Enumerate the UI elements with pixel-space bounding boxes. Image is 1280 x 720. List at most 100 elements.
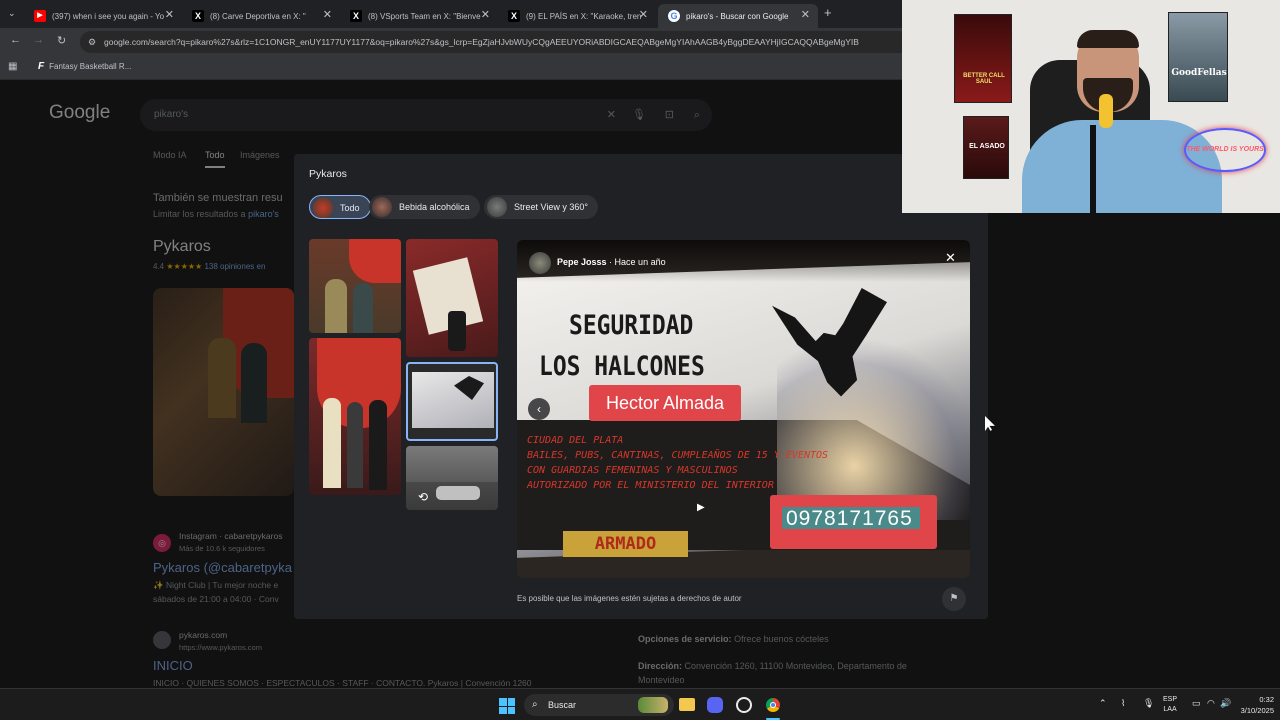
image-armado: ARMADO <box>563 531 688 557</box>
tab-list-icon[interactable]: ⌄ <box>8 8 16 19</box>
tab-title: (8) Carve Deportiva en X: " <box>210 11 306 21</box>
discord-icon[interactable] <box>707 697 723 713</box>
close-tab-icon[interactable]: ✕ <box>801 8 810 21</box>
close-icon[interactable]: ✕ <box>945 250 956 266</box>
mic-arm <box>1090 125 1096 213</box>
poster: GoodFellas <box>1168 12 1228 102</box>
windows-start-icon[interactable] <box>499 698 515 714</box>
wifi-icon[interactable]: ◠ <box>1207 698 1215 709</box>
image-name: Hector Almada <box>605 393 725 413</box>
flag-icon: ⚑ <box>949 593 959 604</box>
neon-sign-text: THE WORLD IS YOURS <box>1186 146 1264 153</box>
mic-tray-icon[interactable]: 🎙 <box>1143 698 1154 709</box>
image-desc: CIUDAD DEL PLATA BAILES, PUBS, CANTINAS,… <box>527 433 828 493</box>
close-tab-icon[interactable]: ✕ <box>165 8 174 21</box>
chip-thumbnail <box>313 198 333 218</box>
image-line1: SEGURIDAD <box>569 310 694 341</box>
street-view-icon: ⟲ <box>418 490 429 504</box>
chip-label: Todo <box>340 203 360 213</box>
browser-tab[interactable]: X (8) Carve Deportiva en X: " ✕ <box>182 4 340 28</box>
thumbnail-image[interactable]: ⟲ <box>406 446 498 510</box>
chrome-icon[interactable] <box>765 697 781 713</box>
poster: BETTER CALL SAUL <box>954 14 1012 103</box>
reload-icon[interactable]: ↻ <box>57 34 66 47</box>
light-rays <box>777 340 970 520</box>
chip-alcoholic-drink[interactable]: Bebida alcohólica <box>369 195 480 219</box>
play-icon: ▶ <box>697 502 705 513</box>
tab-title: (9) EL PAÍS en X: "Karaoke, tren <box>526 11 642 21</box>
x-icon: X <box>192 10 204 22</box>
url-text: google.com/search?q=pikaro%27s&rlz=1C1ON… <box>104 37 859 47</box>
x-icon: X <box>508 10 520 22</box>
taskbar-search-label: Buscar <box>548 700 577 710</box>
image-line2: LOS HALCONES <box>539 351 705 382</box>
language-secondary: LAA <box>1163 706 1177 713</box>
poster: EL ASADO <box>963 116 1009 179</box>
forward-icon[interactable]: → <box>33 34 44 46</box>
bookmark-label: Fantasy Basketball R... <box>49 62 132 71</box>
language-primary: ESP <box>1163 696 1178 703</box>
image-desc-2: BAILES, PUBS, CANTINAS, CUMPLEAÑOS DE 15… <box>527 450 829 461</box>
taskbar-search[interactable]: ⌕ Buscar <box>524 694 674 716</box>
display-icon[interactable]: ▭ <box>1192 698 1201 709</box>
clock[interactable]: 0:32 3/10/2025 <box>1228 694 1274 716</box>
poster-title: BETTER CALL SAUL <box>963 73 1005 85</box>
taskbar: ⌕ Buscar ⌃ ⌇ 🎙 ESP LAA ▭ ◠ 🔊 0:32 3/10/2… <box>0 688 1280 720</box>
image-desc-1: CIUDAD DEL PLATA <box>527 435 624 446</box>
youtube-icon: ▶ <box>34 10 46 22</box>
author-name[interactable]: Pepe Josss <box>557 257 607 267</box>
microphone <box>1099 94 1113 128</box>
poster-title: GoodFellas <box>1171 68 1227 78</box>
neon-sign: THE WORLD IS YOURS <box>1184 128 1266 172</box>
browser-tab[interactable]: X (9) EL PAÍS en X: "Karaoke, tren ✕ <box>498 4 656 28</box>
tab-title: (8) VSports Team en X: "Bienve <box>368 11 481 21</box>
x-icon: X <box>350 10 362 22</box>
report-button[interactable]: ⚑ <box>942 587 966 611</box>
tab-title: pikaro's - Buscar con Google <box>686 11 789 21</box>
clock-time: 0:32 <box>1259 695 1274 704</box>
previous-image-button[interactable]: ‹ <box>528 398 550 420</box>
close-tab-icon[interactable]: ✕ <box>639 8 648 21</box>
new-tab-icon[interactable]: + <box>824 5 832 20</box>
chip-all[interactable]: Todo <box>309 195 371 219</box>
language-indicator[interactable]: ESP LAA <box>1163 695 1177 715</box>
tab-title: (397) when i see you again - Yo <box>52 11 165 21</box>
file-explorer-icon[interactable] <box>679 698 695 711</box>
poster-title: EL ASADO <box>969 143 1005 150</box>
thumbnail-image[interactable] <box>309 239 401 333</box>
chip-street-view[interactable]: Street View y 360° <box>484 195 598 219</box>
browser-tab[interactable]: ▶ (397) when i see you again - Yo ✕ <box>24 4 182 28</box>
tray-overflow-icon[interactable]: ⌃ <box>1099 698 1107 709</box>
chip-label: Bebida alcohólica <box>399 202 470 212</box>
search-icon: ⌕ <box>532 699 538 710</box>
address-bar[interactable]: ⚙ google.com/search?q=pikaro%27s&rlz=1C1… <box>80 31 910 53</box>
image-phone-box: 0978171765 <box>770 495 937 549</box>
author-line: Pepe Josss · Hace un año <box>557 257 666 267</box>
author-avatar[interactable] <box>529 252 551 274</box>
fantasy-icon: F <box>38 61 45 72</box>
selected-image[interactable]: SEGURIDAD LOS HALCONES Hector Almada CIU… <box>517 240 970 578</box>
copyright-notice: Es posible que las imágenes estén sujeta… <box>517 594 742 603</box>
chip-thumbnail <box>372 197 392 217</box>
back-icon[interactable]: ← <box>10 34 21 46</box>
image-desc-3: CON GUARDIAS FEMENINAS Y MASCULINOS <box>527 465 738 476</box>
clock-date: 3/10/2025 <box>1240 706 1274 715</box>
bookmark-item[interactable]: F Fantasy Basketball R... <box>38 61 131 72</box>
close-tab-icon[interactable]: ✕ <box>481 8 490 21</box>
panel-title: Pykaros <box>309 168 347 180</box>
thumbnail-image-selected[interactable] <box>406 362 498 441</box>
browser-tab-active[interactable]: G pikaro's - Buscar con Google ✕ <box>658 4 818 28</box>
network-icon[interactable]: ⌇ <box>1121 698 1125 709</box>
site-info-icon[interactable]: ⚙ <box>88 31 96 53</box>
browser-tab[interactable]: X (8) VSports Team en X: "Bienve ✕ <box>340 4 498 28</box>
thumbnail-image[interactable] <box>309 338 401 495</box>
image-phone: 0978171765 <box>786 507 913 530</box>
image-name-box: Hector Almada <box>589 385 741 421</box>
thumbnail-image[interactable] <box>406 239 498 357</box>
google-icon: G <box>668 10 680 22</box>
close-tab-icon[interactable]: ✕ <box>323 8 332 21</box>
apps-icon[interactable]: ▦ <box>8 61 17 72</box>
chip-thumbnail <box>487 197 507 217</box>
chip-label: Street View y 360° <box>514 202 588 212</box>
app-icon[interactable] <box>736 697 752 713</box>
